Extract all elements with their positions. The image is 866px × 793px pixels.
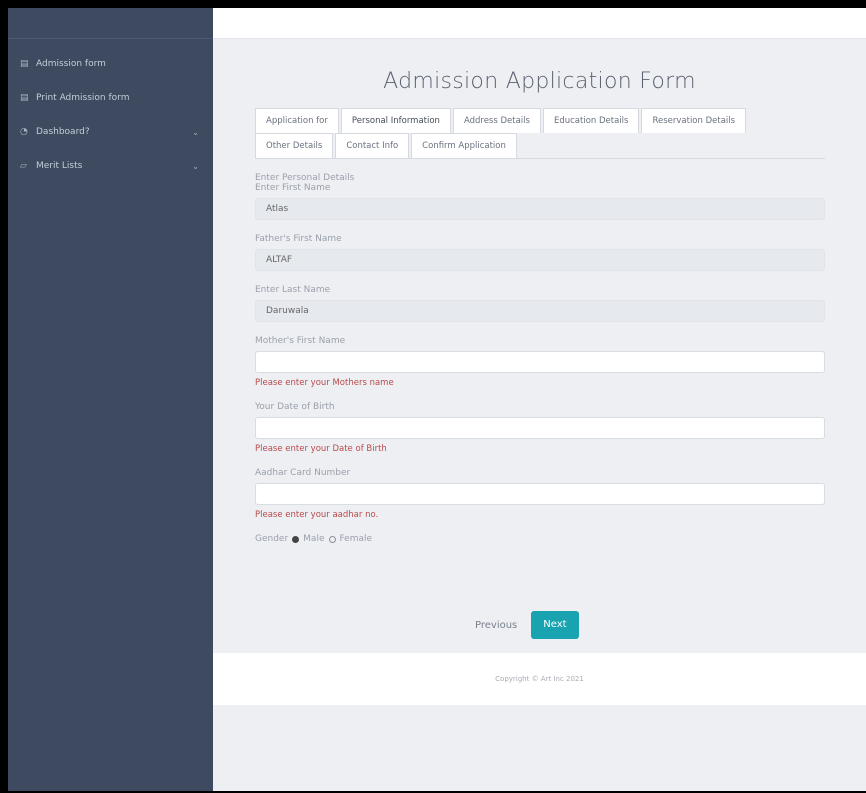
sidebar-item-dashboard[interactable]: ◔ Dashboard? ⌄ bbox=[8, 115, 213, 149]
gender-male-label: Male bbox=[303, 534, 325, 544]
sidebar-header bbox=[8, 8, 213, 39]
app-frame: ▤ Admission form ▤ Print Admission form … bbox=[8, 8, 866, 791]
sidebar-item-label: Dashboard? bbox=[36, 127, 90, 137]
dob-label: Your Date of Birth bbox=[255, 402, 335, 412]
tab-reservation-details[interactable]: Reservation Details bbox=[641, 108, 747, 133]
mother-name-error: Please enter your Mothers name bbox=[255, 378, 394, 388]
gender-female-label: Female bbox=[339, 534, 373, 544]
tab-personal-information[interactable]: Personal Information bbox=[340, 108, 451, 133]
dob-error: Please enter your Date of Birth bbox=[255, 444, 387, 454]
section-heading: Enter Personal Details bbox=[255, 173, 355, 183]
last-name-label: Enter Last Name bbox=[255, 285, 331, 295]
gender-female-radio[interactable] bbox=[328, 535, 336, 543]
next-button[interactable]: Next bbox=[531, 611, 579, 639]
father-name-field[interactable]: ALTAF bbox=[255, 249, 825, 271]
tab-other-details[interactable]: Other Details bbox=[255, 133, 334, 158]
tab-application-for[interactable]: Application for bbox=[255, 108, 339, 133]
aadhar-error: Please enter your aadhar no. bbox=[255, 510, 379, 520]
form-icon: ▤ bbox=[20, 59, 29, 69]
dob-field[interactable] bbox=[255, 417, 825, 439]
chevron-down-icon: ⌄ bbox=[192, 127, 199, 137]
aadhar-label: Aadhar Card Number bbox=[255, 468, 351, 478]
mother-name-label: Mother's First Name bbox=[255, 336, 346, 346]
main-area: Admission Application Form Application f… bbox=[213, 8, 866, 791]
page-title: Admission Application Form bbox=[383, 69, 696, 94]
father-name-label: Father's First Name bbox=[255, 234, 342, 244]
print-form-icon: ▤ bbox=[20, 93, 29, 103]
footer: Copyright © Art Inc 2021 bbox=[213, 653, 866, 705]
sidebar-item-print-admission-form[interactable]: ▤ Print Admission form bbox=[8, 81, 213, 115]
first-name-field[interactable]: Atlas bbox=[255, 198, 825, 220]
tab-confirm-application[interactable]: Confirm Application bbox=[411, 133, 517, 158]
tab-education-details[interactable]: Education Details bbox=[542, 108, 640, 133]
sidebar: ▤ Admission form ▤ Print Admission form … bbox=[8, 8, 213, 791]
gender-label: Gender bbox=[255, 534, 289, 544]
gender-group: Gender Male Female bbox=[255, 534, 835, 544]
tab-address-details[interactable]: Address Details bbox=[452, 108, 541, 133]
gender-male-radio[interactable] bbox=[292, 535, 300, 543]
sidebar-item-label: Admission form bbox=[36, 59, 106, 69]
list-icon: ▱ bbox=[20, 161, 27, 171]
last-name-field[interactable]: Daruwala bbox=[255, 300, 825, 322]
first-name-label: Enter First Name bbox=[255, 183, 331, 193]
chevron-down-icon: ⌄ bbox=[192, 161, 199, 171]
form-tabs: Application for Personal Information Add… bbox=[255, 108, 825, 159]
mother-name-field[interactable] bbox=[255, 351, 825, 373]
tab-contact-info[interactable]: Contact Info bbox=[335, 133, 410, 158]
form-content: Application for Personal Information Add… bbox=[255, 108, 835, 544]
aadhar-field[interactable] bbox=[255, 483, 825, 505]
sidebar-item-label: Print Admission form bbox=[36, 93, 130, 103]
sidebar-item-merit-lists[interactable]: ▱ Merit Lists ⌄ bbox=[8, 149, 213, 183]
top-bar bbox=[213, 8, 866, 39]
sidebar-item-label: Merit Lists bbox=[36, 161, 83, 171]
sidebar-item-admission-form[interactable]: ▤ Admission form bbox=[8, 47, 213, 81]
form-navigation: Previous Next bbox=[475, 611, 579, 639]
dashboard-icon: ◔ bbox=[20, 127, 28, 137]
previous-button[interactable]: Previous bbox=[475, 620, 517, 631]
